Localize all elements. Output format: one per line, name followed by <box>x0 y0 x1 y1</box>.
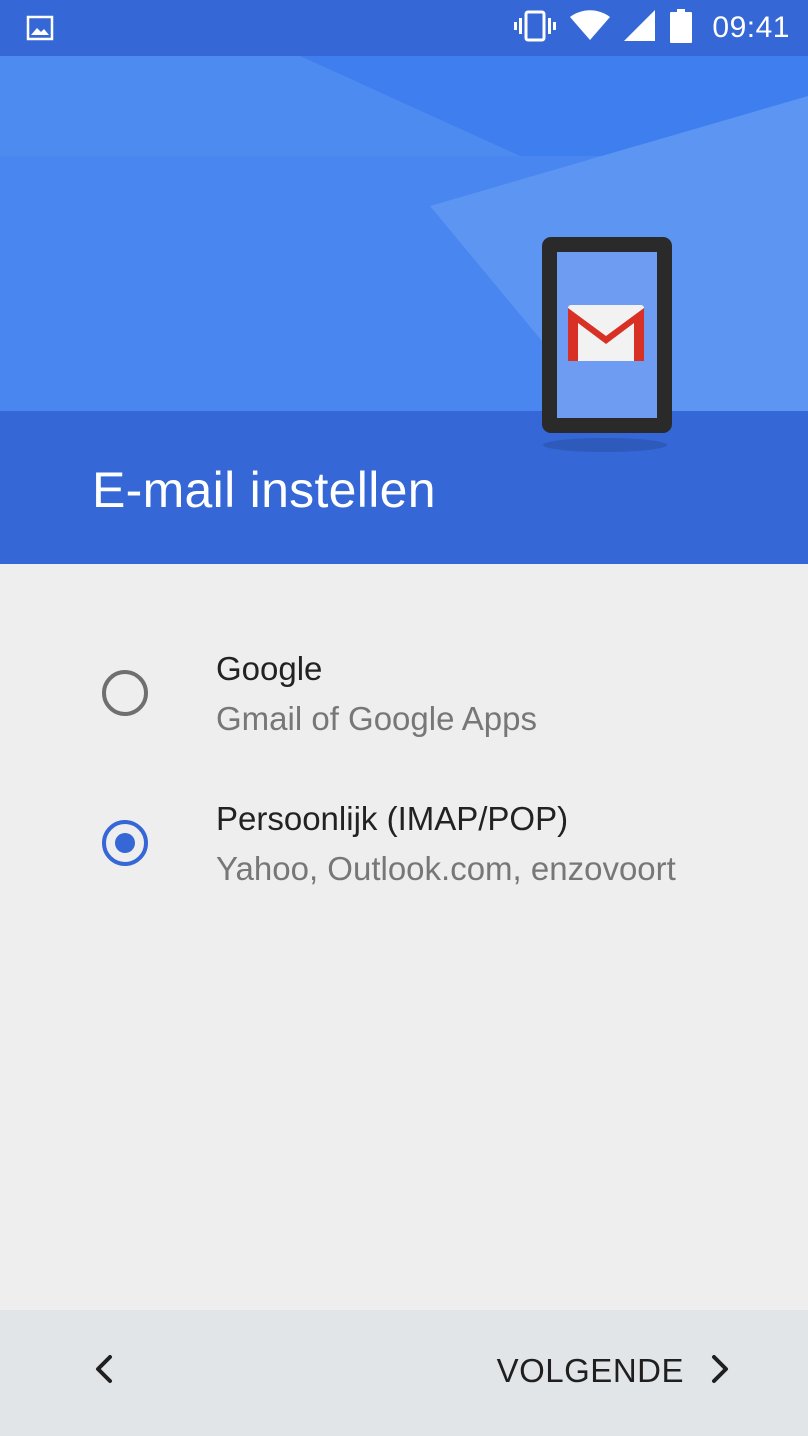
option-subtitle: Yahoo, Outlook.com, enzovoort <box>216 850 676 887</box>
wifi-icon <box>570 9 611 47</box>
status-bar: 09:41 <box>0 0 808 56</box>
radio-button-google[interactable] <box>102 670 148 716</box>
header: E-mail instellen <box>0 56 808 564</box>
navigation-footer: VOLGENDE <box>0 1310 808 1436</box>
image-notification-icon <box>26 14 54 42</box>
option-google[interactable]: Google Gmail of Google Apps <box>0 642 808 772</box>
option-subtitle: Gmail of Google Apps <box>216 700 538 737</box>
option-personal-imap-pop[interactable]: Persoonlijk (IMAP/POP) Yahoo, Outlook.co… <box>0 792 808 922</box>
status-time: 09:41 <box>712 11 790 44</box>
vibrate-icon <box>514 10 557 47</box>
battery-icon <box>670 8 693 48</box>
chevron-left-icon <box>92 1353 116 1390</box>
next-button-label: VOLGENDE <box>496 1352 684 1389</box>
page-title: E-mail instellen <box>92 462 436 518</box>
phone-gmail-illustration <box>542 237 672 452</box>
account-type-options: Google Gmail of Google Apps Persoonlijk … <box>0 564 808 1310</box>
status-icons: 09:41 <box>514 0 790 56</box>
back-button[interactable] <box>76 1343 132 1399</box>
chevron-right-icon <box>708 1353 732 1390</box>
option-title: Google <box>216 650 323 687</box>
gmail-icon <box>568 305 644 361</box>
option-title: Persoonlijk (IMAP/POP) <box>216 800 569 837</box>
cell-signal-icon <box>624 9 656 47</box>
next-button[interactable]: VOLGENDE <box>497 1343 732 1399</box>
radio-button-personal[interactable] <box>102 820 148 866</box>
